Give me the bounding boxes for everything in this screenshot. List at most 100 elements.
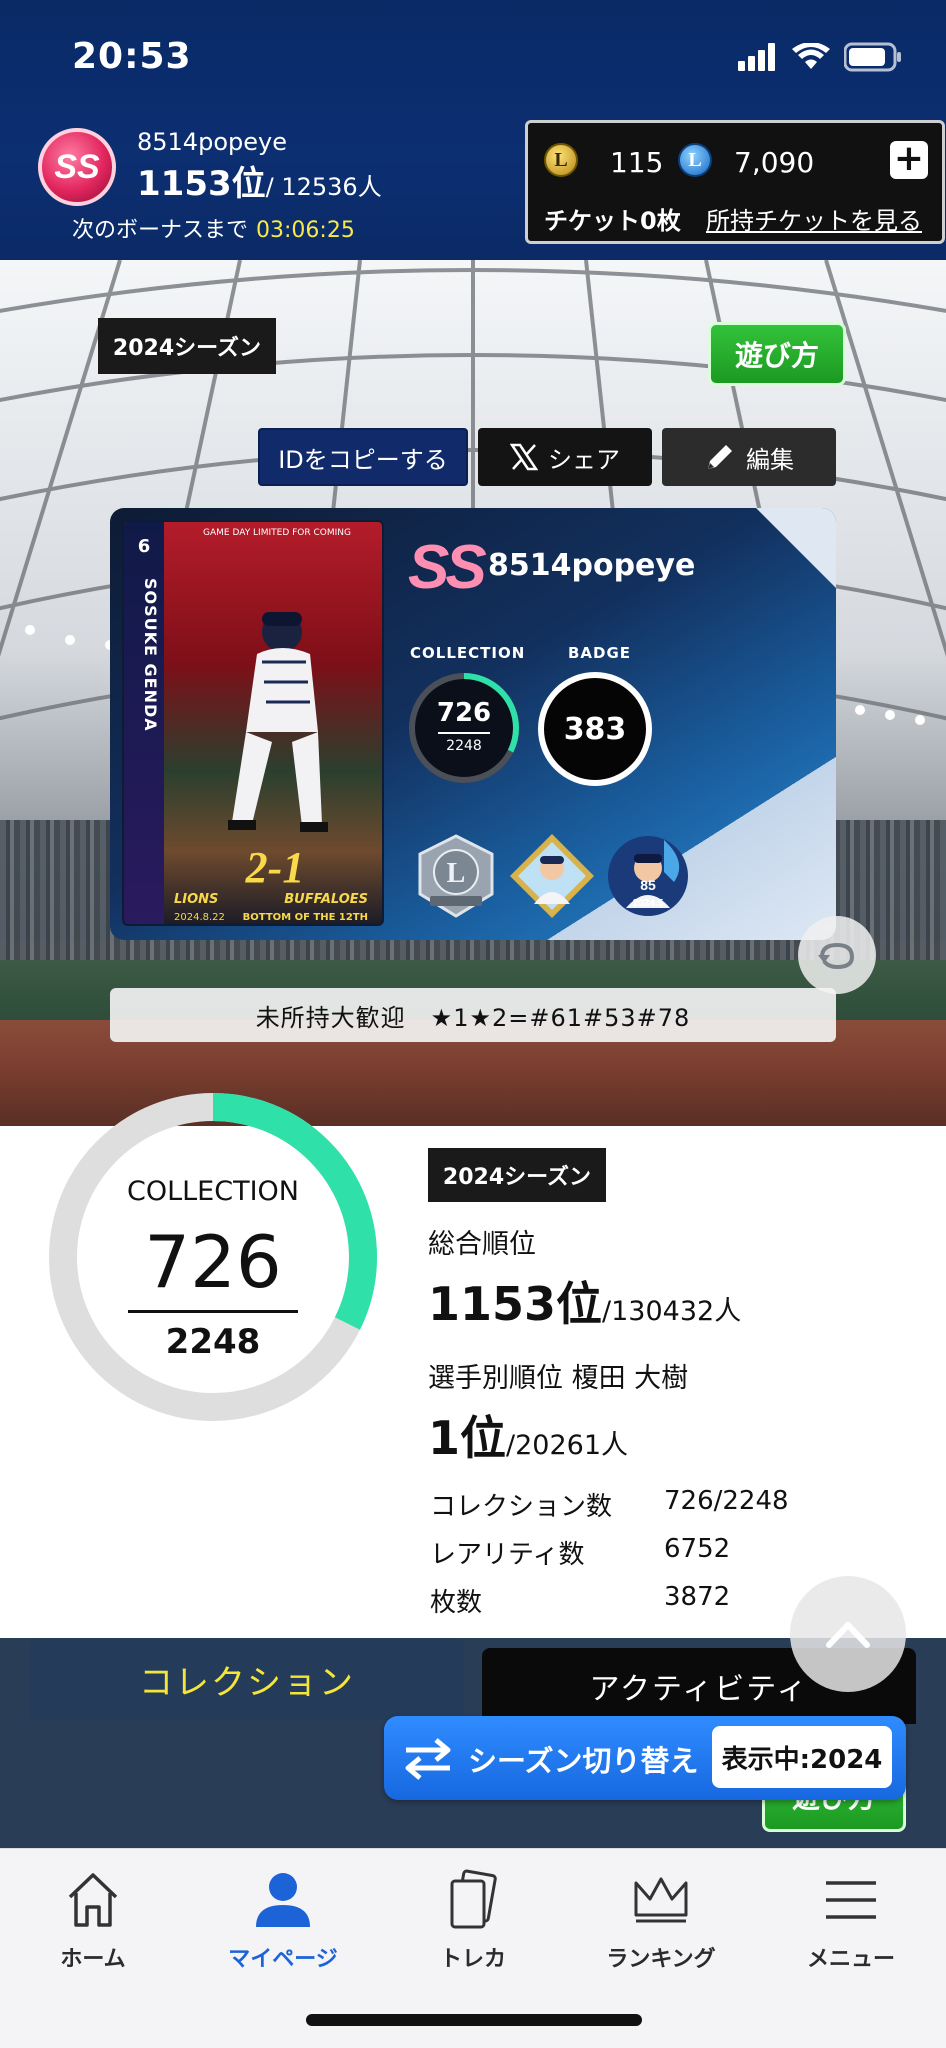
nav-mypage-label: マイページ xyxy=(228,1947,338,1972)
overall-rank-value: 1153位 xyxy=(428,1277,603,1331)
edit-button[interactable]: 編集 xyxy=(662,428,836,486)
bonus-label: 次のボーナスまで xyxy=(72,218,249,243)
collection-divider xyxy=(128,1310,298,1313)
card-collection-ring xyxy=(409,673,519,783)
overall-rank: 1153位/130432人 xyxy=(428,1268,741,1334)
gold-coin-icon: L xyxy=(544,143,578,177)
bonus-countdown: 次のボーナスまで 03:06:25 xyxy=(72,212,355,244)
wifi-icon xyxy=(792,43,830,69)
scroll-to-top-button[interactable] xyxy=(790,1576,906,1692)
nav-cards-label: トレカ xyxy=(439,1947,506,1972)
blue-coin-icon: L xyxy=(678,143,712,177)
card-collection-count: 726 xyxy=(436,698,492,728)
copy-id-button[interactable]: IDをコピーする xyxy=(258,428,468,486)
stat-row-cards: 枚数 3872 xyxy=(430,1582,730,1619)
stat-row-rarity: レアリティ数 6752 xyxy=(430,1534,730,1571)
season-badge-icon: L xyxy=(418,834,494,918)
card-corner-fold-icon xyxy=(756,508,836,588)
player-photo xyxy=(228,612,328,832)
nav-mypage[interactable]: マイページ xyxy=(208,1867,358,1987)
home-icon xyxy=(68,1873,118,1927)
nav-home[interactable]: ホーム xyxy=(18,1867,168,1987)
header: 20:53 SS 8514popeye 1153位/ 12536人 次のボーナス… xyxy=(0,0,946,260)
overall-rank-label: 総合順位 xyxy=(428,1229,536,1260)
nav-ranking[interactable]: ランキング xyxy=(586,1867,736,1987)
how-to-play-button[interactable]: 遊び方 xyxy=(708,322,846,386)
ticket-count: チケット0枚 xyxy=(544,207,681,235)
away-team: BUFFALOES xyxy=(284,892,368,907)
share-label: シェア xyxy=(548,445,620,474)
season-switch-button[interactable]: シーズン切り替え 表示中:2024 xyxy=(384,1716,906,1800)
svg-text:L: L xyxy=(447,858,466,889)
signal-icon xyxy=(738,43,775,71)
cards-icon xyxy=(450,1869,497,1929)
card-collection-total: 2248 xyxy=(446,738,482,754)
card-collection-divider xyxy=(438,732,490,734)
copy-id-label: IDをコピーする xyxy=(278,445,448,474)
bonus-timer: 03:06:25 xyxy=(256,218,355,243)
nav-ranking-label: ランキング xyxy=(606,1947,716,1972)
card-rank-mark: SS xyxy=(408,533,487,602)
svg-text:85: 85 xyxy=(640,877,656,893)
stat-row-value: 726/2248 xyxy=(664,1486,789,1516)
home-team: LIONS xyxy=(174,892,219,907)
header-rank: 1153位/ 12536人 xyxy=(137,156,382,205)
chevron-up-icon xyxy=(826,1622,870,1648)
player-rank-label: 選手別順位 榎田 大樹 xyxy=(428,1363,689,1394)
season-current-display: 表示中:2024 xyxy=(712,1726,892,1788)
player-number: 6 xyxy=(137,536,151,557)
status-icons xyxy=(738,42,902,72)
rotate-icon xyxy=(818,942,854,970)
game-inning: BOTTOM OF THE 12TH xyxy=(242,912,368,923)
stat-row-label: レアリティ数 xyxy=(430,1540,585,1570)
player-name: SOSUKE GENDA xyxy=(141,578,160,732)
tab-collection[interactable]: コレクション xyxy=(30,1638,464,1720)
header-rank-total: / 12536人 xyxy=(265,173,382,201)
wishlist-text: 未所持大歓迎 ★1★2=#61#53#78 xyxy=(110,988,836,1042)
stats-season-tag: 2024シーズン xyxy=(428,1148,606,1202)
header-username: 8514popeye xyxy=(137,128,287,156)
rank-badge-icon: SS xyxy=(38,128,116,206)
crown-icon xyxy=(634,1877,688,1923)
nav-cards[interactable]: トレカ xyxy=(398,1867,548,1987)
monthly-badge-icon: 85 2024.5 xyxy=(608,836,688,916)
edit-label: 編集 xyxy=(746,445,794,474)
profile-card: 6 SOSUKE GENDA GAME DAY LIMITED FOR COMI… xyxy=(110,508,836,940)
nav-menu-label: メニュー xyxy=(806,1947,895,1972)
status-time: 20:53 xyxy=(72,36,192,77)
stadium-hero: 2024シーズン 遊び方 IDをコピーする シェア 編集 6 SOSUKE GE… xyxy=(0,260,946,1126)
player-badge-icon xyxy=(510,834,594,918)
card-badge-count: 383 xyxy=(538,672,652,786)
x-logo-icon xyxy=(510,443,538,471)
collection-count: 726 xyxy=(144,1220,282,1304)
player-rank-value: 1位 xyxy=(428,1411,507,1465)
home-indicator xyxy=(306,2014,642,2026)
view-tickets-link[interactable]: 所持チケットを見る xyxy=(706,201,922,236)
gold-coin-count: 115 xyxy=(610,146,664,179)
card-badge-label: BADGE xyxy=(568,644,632,662)
season-switch-label: シーズン切り替え xyxy=(468,1744,699,1778)
stat-row-label: コレクション数 xyxy=(430,1492,613,1522)
stat-row-label: 枚数 xyxy=(430,1588,483,1618)
player-rank: 1位/20261人 xyxy=(428,1402,628,1468)
nav-menu[interactable]: メニュー xyxy=(776,1867,926,1987)
blue-coin-count: 7,090 xyxy=(734,146,815,179)
hamburger-menu-icon xyxy=(826,1881,876,1919)
stat-row-value: 6752 xyxy=(664,1534,731,1564)
stat-row-value: 3872 xyxy=(664,1582,731,1612)
swap-arrows-icon xyxy=(405,1738,451,1780)
collection-label: COLLECTION xyxy=(126,1176,299,1207)
overall-rank-total: /130432人 xyxy=(602,1296,742,1327)
flip-card-button[interactable] xyxy=(798,916,876,994)
wallet-panel: L 115 L 7,090 + チケット0枚 所持チケットを見る xyxy=(525,120,945,244)
nav-home-label: ホーム xyxy=(60,1947,126,1972)
featured-player-card[interactable]: 6 SOSUKE GENDA GAME DAY LIMITED FOR COMI… xyxy=(122,520,384,926)
player-card-top-text: GAME DAY LIMITED FOR COMING xyxy=(203,528,351,538)
share-x-button[interactable]: シェア xyxy=(478,428,652,486)
game-date: 2024.8.22 xyxy=(174,912,225,923)
game-score: 2-1 xyxy=(245,843,305,892)
add-coins-button[interactable]: + xyxy=(890,141,928,179)
card-username: 8514popeye xyxy=(488,548,696,583)
player-rank-total: /20261人 xyxy=(506,1430,629,1461)
card-collection-label: COLLECTION xyxy=(410,644,526,662)
